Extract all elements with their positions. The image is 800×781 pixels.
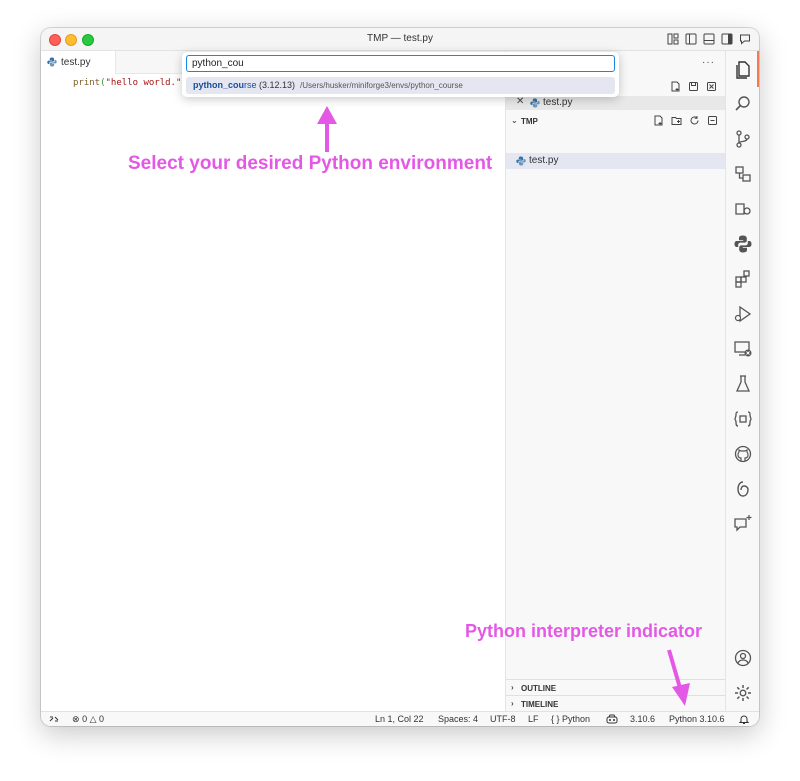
select-env-arrow-head	[317, 106, 337, 124]
select-environment-annotation: Select your desired Python environment	[128, 153, 493, 174]
annotation-arrows	[317, 106, 690, 706]
interpreter-arrow-shaft	[667, 649, 682, 689]
interpreter-indicator-annotation: Python interpreter indicator	[465, 621, 703, 641]
interpreter-arrow-head	[672, 683, 690, 706]
